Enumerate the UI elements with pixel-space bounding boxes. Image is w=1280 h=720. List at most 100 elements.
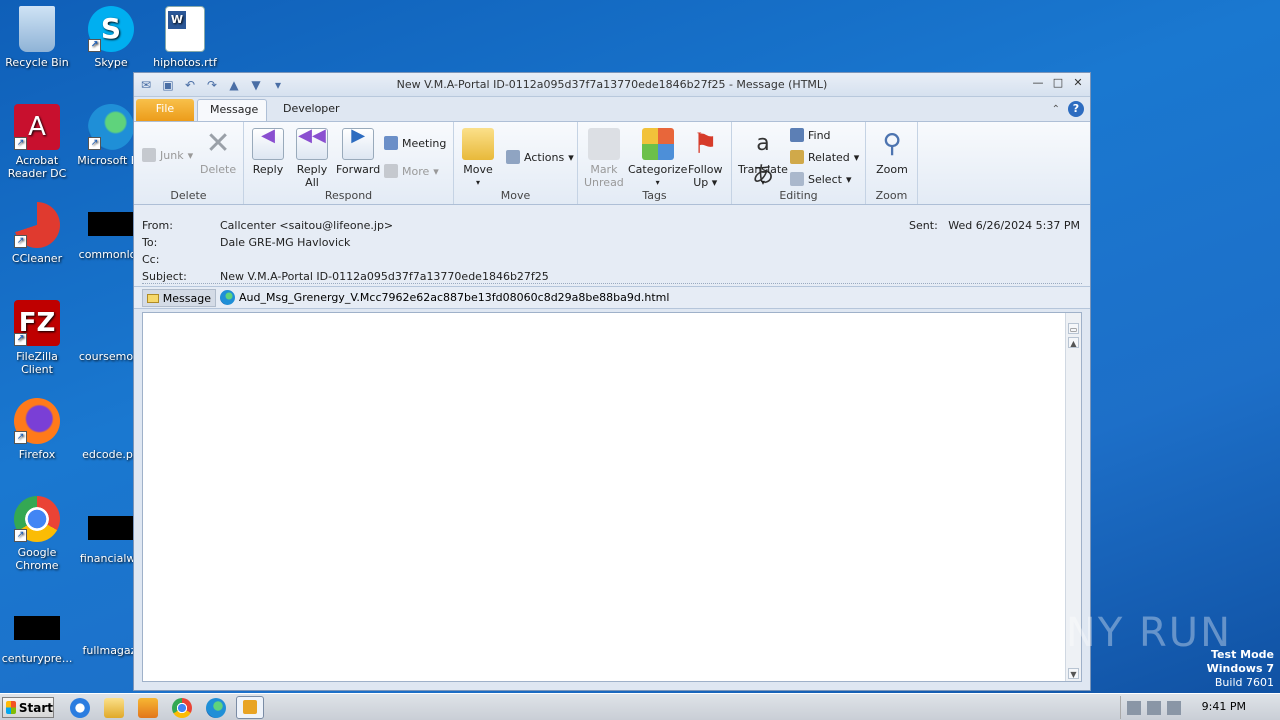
speaker-icon[interactable] xyxy=(1127,700,1141,715)
redacted-file-icon xyxy=(88,516,134,540)
reply-button[interactable]: ◀ Reply xyxy=(252,127,284,176)
scroll-up-arrow[interactable]: ▲ xyxy=(1068,337,1079,348)
tab-message[interactable]: Message xyxy=(197,99,267,121)
mark-unread-icon xyxy=(587,128,620,160)
media-player-icon[interactable] xyxy=(138,698,158,718)
outlook-taskbar-icon[interactable] xyxy=(236,696,264,719)
start-button[interactable]: Start xyxy=(2,697,54,718)
scrollbar-split-icon[interactable]: ▭ xyxy=(1068,323,1079,334)
follow-up-button[interactable]: ⚑ Follow Up ▾ xyxy=(688,127,723,190)
select-cursor-icon xyxy=(790,172,804,186)
related-button[interactable]: Related ▾ xyxy=(790,150,859,164)
chrome-taskbar-icon[interactable] xyxy=(172,698,192,718)
desktop-icon-ccleaner[interactable]: ↗ CCleaner xyxy=(0,202,74,265)
more-button[interactable]: More ▾ xyxy=(384,164,439,178)
maximize-button[interactable]: □ xyxy=(1050,76,1066,90)
translate-button[interactable]: aあ Translate ▾ xyxy=(738,128,788,189)
junk-icon xyxy=(142,148,156,162)
move-label: Move xyxy=(463,163,493,176)
desktop-icon-label: Acrobat Reader DC xyxy=(7,154,67,180)
reply-label: Reply xyxy=(252,163,284,176)
categorize-button[interactable]: Categorize ▾ xyxy=(628,128,687,189)
message-tab-button[interactable]: Message xyxy=(142,289,216,307)
follow-up-flag-icon: ⚑ xyxy=(692,127,718,160)
actions-button[interactable]: Actions ▾ xyxy=(506,150,574,164)
explorer-folder-icon[interactable] xyxy=(104,698,124,718)
attachment-html-file[interactable]: Aud_Msg_Grenergy_V.Mcc7962e62ac887be13fd… xyxy=(220,290,669,305)
translate-label: Translate xyxy=(738,163,788,176)
taskbar-clock[interactable]: 9:41 PM xyxy=(1202,700,1246,713)
message-body[interactable]: ▭ ▲ ▼ xyxy=(142,312,1082,682)
minimize-button[interactable]: — xyxy=(1030,76,1046,90)
follow-up-label-line1: Follow xyxy=(688,163,723,176)
to-value[interactable]: Dale GRE-MG Havlovick xyxy=(220,236,350,249)
desktop-icon-recycle-bin[interactable]: Recycle Bin xyxy=(0,6,74,69)
chrome-icon: ↗ xyxy=(14,496,60,542)
desktop-icon-firefox[interactable]: ↗ Firefox xyxy=(0,398,74,461)
message-window: ✉ ▣ ↶ ↷ ▲ ▼ ▾ New V.M.A-Portal ID-0112a0… xyxy=(133,72,1091,691)
start-label: Start xyxy=(18,700,53,715)
sent-value: Wed 6/26/2024 5:37 PM xyxy=(948,219,1080,232)
subject-label: Subject: xyxy=(142,270,187,283)
find-icon xyxy=(790,128,804,142)
to-row: To: Dale GRE-MG Havlovick xyxy=(142,236,350,249)
select-button[interactable]: Select ▾ xyxy=(790,172,851,186)
editing-group: aあ Translate ▾ Find Related ▾ Select ▾ Edi… xyxy=(732,122,866,204)
close-button[interactable]: ✕ xyxy=(1070,76,1086,90)
find-button[interactable]: Find xyxy=(790,128,831,142)
desktop-icon-acrobat[interactable]: A ↗ Acrobat Reader DC xyxy=(0,104,74,180)
test-mode-line2: Windows 7 xyxy=(1206,662,1274,675)
scroll-down-arrow[interactable]: ▼ xyxy=(1068,668,1079,679)
categorize-label: Categorize xyxy=(628,163,688,176)
firefox-icon: ↗ xyxy=(14,398,60,444)
desktop-icon-filezilla[interactable]: FZ ↗ FileZilla Client xyxy=(0,300,74,376)
desktop-icon-label: FileZilla Client xyxy=(16,350,58,376)
tab-developer[interactable]: Developer xyxy=(271,99,352,121)
anyrun-watermark: ANY RUN xyxy=(1036,610,1232,656)
categorize-icon xyxy=(641,128,674,160)
group-label-respond: Respond xyxy=(324,189,373,202)
edge-taskbar-icon[interactable] xyxy=(206,698,226,718)
desktop-icon-chrome[interactable]: ↗ Google Chrome xyxy=(0,496,74,572)
from-value[interactable]: Callcenter <saitou@lifeone.jp> xyxy=(220,219,393,232)
mark-unread-label-line2: Unread xyxy=(584,176,624,189)
mark-unread-button[interactable]: Mark Unread xyxy=(584,128,624,189)
junk-button[interactable]: Junk ▾ xyxy=(142,148,193,162)
tab-file[interactable]: File xyxy=(136,99,194,121)
desktop-icon-centurypre[interactable]: centurypre... xyxy=(0,594,74,665)
collapse-ribbon-icon[interactable]: ⌃ xyxy=(1052,104,1060,115)
move-folder-icon xyxy=(462,128,494,160)
meeting-icon xyxy=(384,136,398,150)
network-icon[interactable] xyxy=(1147,700,1161,715)
zoom-button[interactable]: ⚲ Zoom xyxy=(876,128,908,176)
move-button[interactable]: Move ▾ xyxy=(462,128,494,189)
acrobat-icon: A ↗ xyxy=(14,104,60,150)
group-label-zoom: Zoom xyxy=(875,189,908,202)
actions-icon xyxy=(506,150,520,164)
recycle-bin-icon xyxy=(19,6,55,52)
action-center-flag-icon[interactable] xyxy=(1167,700,1181,715)
attachment-bar: Message Aud_Msg_Grenergy_V.Mcc7962e62ac8… xyxy=(134,287,1090,309)
sent-row: Sent: Wed 6/26/2024 5:37 PM xyxy=(909,219,1080,232)
desktop-icon-hiphotos[interactable]: W hiphotos.rtf xyxy=(148,6,222,69)
group-label-tags: Tags xyxy=(642,189,667,202)
zoom-label: Zoom xyxy=(876,163,908,176)
meeting-button[interactable]: Meeting xyxy=(384,136,446,150)
subject-value: New V.M.A-Portal ID-0112a095d37f7a13770e… xyxy=(220,270,549,283)
reply-all-button[interactable]: ◀◀ Reply All xyxy=(296,127,328,189)
desktop-icon-label: Google Chrome xyxy=(15,546,59,572)
redacted-file-icon xyxy=(88,212,134,236)
forward-button[interactable]: ▶ Forward xyxy=(336,127,380,177)
desktop-icon-skype[interactable]: S ↗ Skype xyxy=(74,6,148,69)
ribbon: Junk ▾ ✕ Delete Delete ◀ Reply ◀◀ Reply A… xyxy=(134,121,1090,205)
more-label: More xyxy=(402,164,430,178)
translate-icon: aあ xyxy=(751,131,774,188)
delete-button[interactable]: ✕ Delete xyxy=(200,128,236,177)
taskbar: Start 9:41 PM xyxy=(0,693,1280,720)
forward-icon: ▶ xyxy=(342,127,375,160)
actions-label: Actions xyxy=(524,150,565,164)
desktop-icon-label: CCleaner xyxy=(11,252,63,265)
internet-explorer-icon[interactable] xyxy=(70,698,90,718)
desktop-icon-label: centurypre... xyxy=(1,652,73,665)
help-icon[interactable]: ? xyxy=(1068,101,1084,117)
